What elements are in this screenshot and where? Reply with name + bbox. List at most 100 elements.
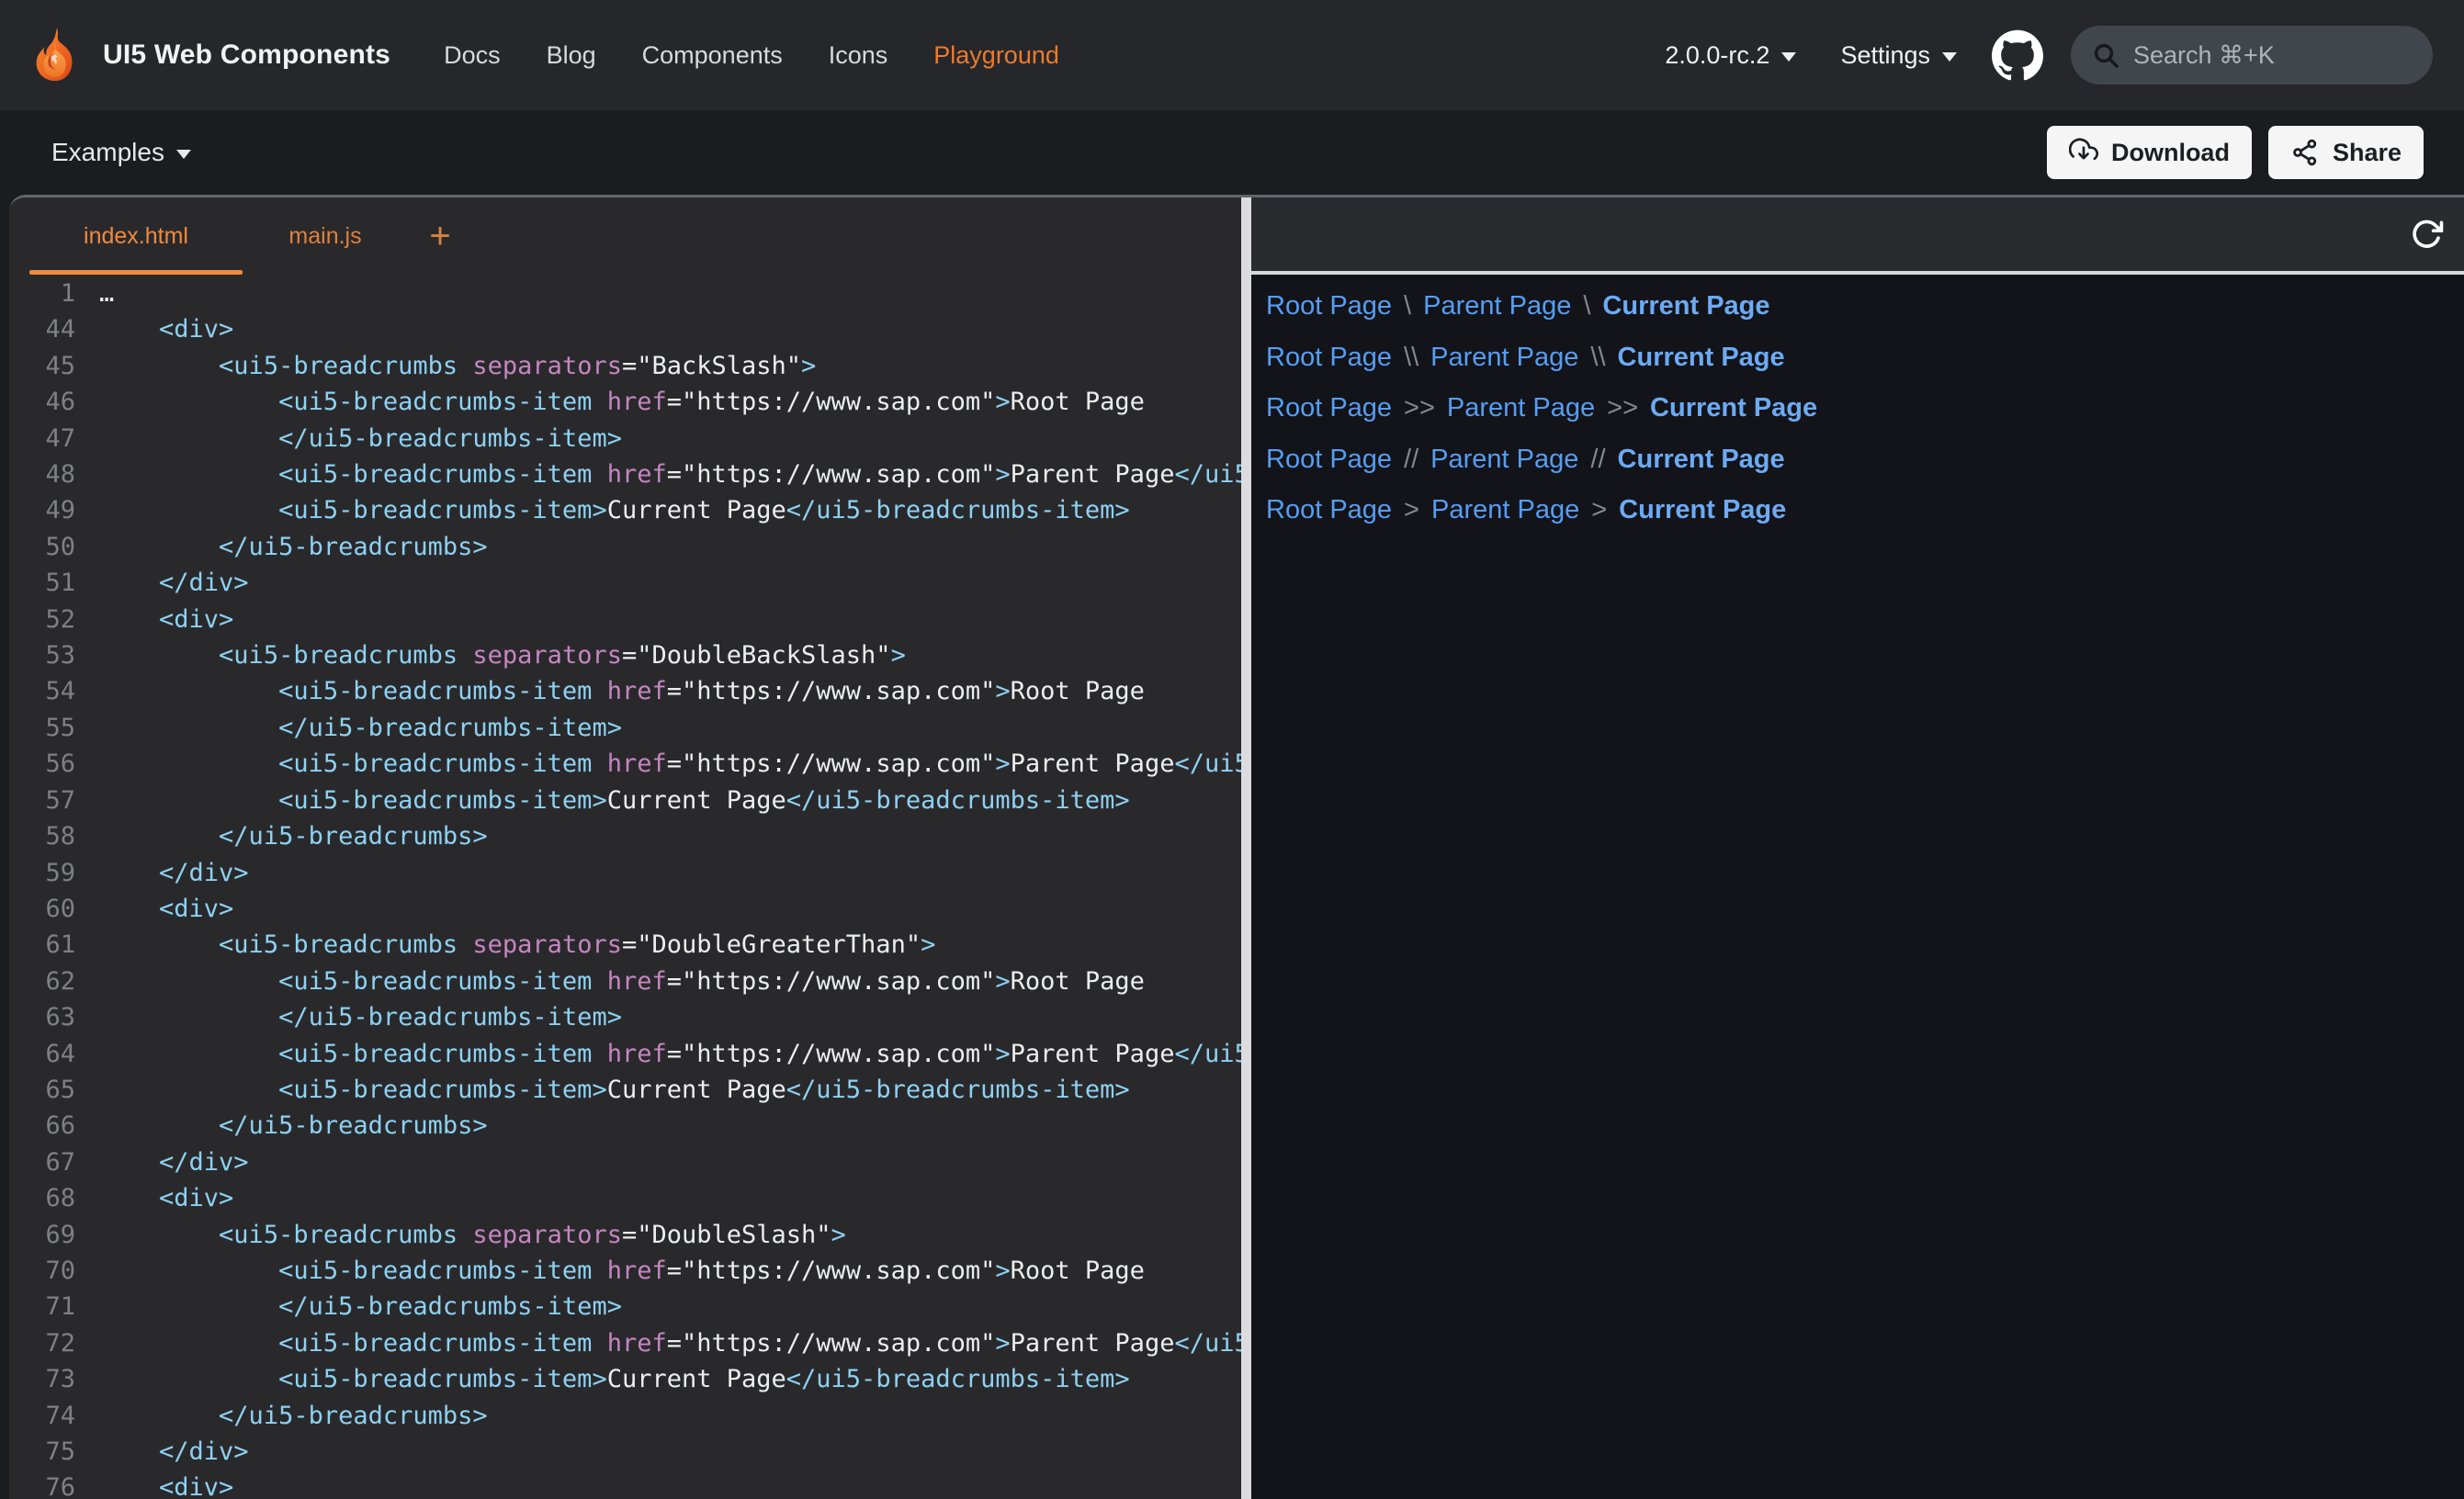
breadcrumb-link[interactable]: Root Page (1266, 495, 1392, 524)
nav-link-blog[interactable]: Blog (547, 41, 596, 70)
download-button[interactable]: Download (2047, 126, 2252, 179)
code-text: <ui5-breadcrumbs-item href="https://www.… (75, 456, 1241, 492)
examples-dropdown[interactable]: Examples (51, 138, 191, 167)
nav-link-playground[interactable]: Playground (933, 41, 1059, 70)
breadcrumb-link[interactable]: Parent Page (1431, 495, 1579, 524)
preview-panel: Root Page\Parent Page\Current PageRoot P… (1251, 197, 2464, 1499)
split-divider-handle[interactable] (1241, 197, 1251, 1499)
line-number: 50 (9, 529, 75, 565)
code-token: > (995, 750, 1010, 778)
breadcrumb-current-page: Current Page (1618, 445, 1785, 474)
code-token: <ui5-breadcrumbs-item (278, 1329, 592, 1358)
line-number: 75 (9, 1434, 75, 1470)
code-token (592, 1040, 606, 1068)
line-number: 46 (9, 384, 75, 420)
code-text: </ui5-breadcrumbs> (75, 529, 488, 565)
settings-dropdown[interactable]: Settings (1840, 41, 1957, 70)
breadcrumb-separator: \\ (1404, 343, 1418, 372)
code-token (99, 1437, 159, 1466)
code-line: 70 <ui5-breadcrumbs-item href="https://w… (9, 1253, 1241, 1289)
code-token: <ui5-breadcrumbs (219, 930, 458, 959)
breadcrumb-link[interactable]: Parent Page (1430, 445, 1578, 474)
code-token: ="DoubleGreaterThan" (622, 930, 921, 959)
line-number: 47 (9, 421, 75, 456)
code-token: </ui5-breadcrumbs-item> (1174, 750, 1241, 778)
line-number: 60 (9, 891, 75, 927)
nav-link-docs[interactable]: Docs (444, 41, 501, 70)
github-icon[interactable] (1992, 29, 2043, 81)
breadcrumb-link[interactable]: Root Page (1266, 343, 1392, 372)
code-token (99, 1329, 278, 1358)
code-line: 76 <div> (9, 1470, 1241, 1499)
code-line: 72 <ui5-breadcrumbs-item href="https://w… (9, 1325, 1241, 1361)
code-line: 44 <div> (9, 311, 1241, 347)
brand-group[interactable]: UI5 Web Components (28, 27, 390, 84)
code-token: > (831, 1221, 846, 1249)
code-token: Parent Page (1011, 1329, 1175, 1358)
code-token: href (607, 1257, 667, 1285)
code-text: </div> (75, 1434, 249, 1470)
add-tab-button[interactable]: + (408, 197, 472, 275)
code-token (99, 641, 219, 670)
nav-link-icons[interactable]: Icons (829, 41, 888, 70)
line-number: 76 (9, 1470, 75, 1499)
breadcrumb-link[interactable]: Parent Page (1447, 393, 1595, 423)
code-text: <ui5-breadcrumbs separators="BackSlash"> (75, 348, 816, 384)
code-token: Current Page (607, 1076, 786, 1104)
code-token: <div> (159, 605, 233, 634)
breadcrumb-link[interactable]: Parent Page (1430, 343, 1578, 372)
code-token: </ui5-breadcrumbs-item> (1174, 1040, 1241, 1068)
code-token: <ui5-breadcrumbs-item> (278, 1076, 607, 1104)
code-token (99, 677, 278, 705)
code-token: > (995, 1329, 1010, 1358)
code-text: </div> (75, 1144, 249, 1180)
nav-link-components[interactable]: Components (642, 41, 783, 70)
download-label: Download (2111, 139, 2230, 167)
code-token: href (607, 1329, 667, 1358)
chevron-down-icon (1781, 52, 1796, 62)
code-area[interactable]: 1…44 <div>45 <ui5-breadcrumbs separators… (9, 275, 1241, 1499)
line-number: 64 (9, 1036, 75, 1072)
code-token: Parent Page (1011, 1040, 1175, 1068)
code-token (99, 1221, 219, 1249)
breadcrumb-link[interactable]: Root Page (1266, 393, 1392, 423)
search-box[interactable] (2071, 26, 2433, 85)
nav-links: Docs Blog Components Icons Playground (444, 41, 1059, 70)
share-label: Share (2333, 139, 2402, 167)
breadcrumb-separator: \ (1583, 291, 1590, 321)
code-token: </div> (159, 859, 249, 887)
breadcrumb-separator: >> (1404, 393, 1435, 423)
code-token (99, 750, 278, 778)
breadcrumb-link[interactable]: Root Page (1266, 291, 1392, 321)
code-text: </div> (75, 565, 249, 601)
examples-bar: Examples Download Share (0, 110, 2464, 195)
code-token: </ui5-breadcrumbs-item> (278, 424, 622, 453)
code-text: <ui5-breadcrumbs-item>Current Page</ui5-… (75, 783, 1130, 818)
code-line: 66 </ui5-breadcrumbs> (9, 1108, 1241, 1144)
code-text: <div> (75, 311, 233, 347)
code-line: 57 <ui5-breadcrumbs-item>Current Page</u… (9, 783, 1241, 818)
tab-main-js[interactable]: main.js (243, 197, 408, 275)
code-token: </ui5-breadcrumbs> (219, 822, 488, 851)
code-line: 65 <ui5-breadcrumbs-item>Current Page</u… (9, 1072, 1241, 1108)
editor-tabbar: index.htmlmain.js+ (9, 197, 1241, 275)
tab-index-html[interactable]: index.html (29, 197, 243, 275)
playground-split-view: index.htmlmain.js+ 1…44 <div>45 <ui5-bre… (9, 195, 2464, 1499)
breadcrumb: Root Page>>Parent Page>>Current Page (1266, 390, 2464, 425)
line-number: 62 (9, 964, 75, 999)
code-token: <div> (159, 315, 233, 344)
version-dropdown[interactable]: 2.0.0-rc.2 (1665, 41, 1796, 70)
breadcrumb-separator: > (1404, 495, 1419, 524)
share-button[interactable]: Share (2268, 126, 2424, 179)
code-token: > (995, 967, 1010, 996)
code-text: </ui5-breadcrumbs-item> (75, 421, 622, 456)
code-token: ="DoubleSlash" (622, 1221, 831, 1249)
code-token: </ui5-breadcrumbs-item> (1174, 1329, 1241, 1358)
code-text: <ui5-breadcrumbs-item href="https://www.… (75, 384, 1145, 420)
breadcrumb-link[interactable]: Root Page (1266, 445, 1392, 474)
code-token: <ui5-breadcrumbs-item (278, 460, 592, 489)
breadcrumb-link[interactable]: Parent Page (1423, 291, 1571, 321)
search-input[interactable] (2133, 41, 2413, 70)
code-token (99, 605, 159, 634)
refresh-icon[interactable] (2409, 217, 2444, 252)
